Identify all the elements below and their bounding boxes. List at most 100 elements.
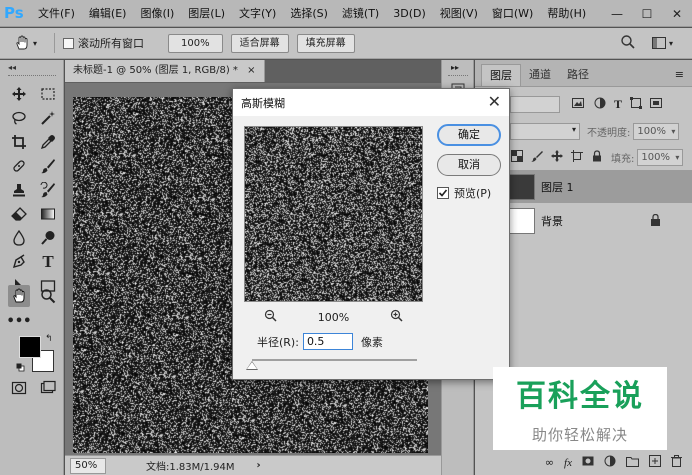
document-tab-close[interactable]: × <box>247 65 255 76</box>
filter-pixel-icon[interactable] <box>572 97 584 112</box>
document-tab[interactable]: 未标题-1 @ 50% (图层 1, RGB/8) * × <box>65 60 265 82</box>
zoom-100-button[interactable]: 100% <box>168 33 223 53</box>
zoom-in-icon[interactable] <box>390 309 403 325</box>
menu-select[interactable]: 选择(S) <box>283 5 335 21</box>
clone-stamp-tool-icon[interactable] <box>8 179 30 201</box>
foreground-color-swatch[interactable] <box>19 336 41 358</box>
fill-value: 100% <box>641 151 670 163</box>
zoom-tool-icon[interactable] <box>37 285 59 307</box>
new-layer-icon[interactable] <box>649 455 661 470</box>
lock-position-icon[interactable] <box>551 149 563 165</box>
menu-edit[interactable]: 编辑(E) <box>82 5 134 21</box>
preview-checkbox[interactable] <box>437 187 449 199</box>
pen-tool-icon[interactable] <box>8 251 30 273</box>
status-arrow[interactable]: › <box>257 460 261 471</box>
panel-menu-icon[interactable]: ≡ <box>675 68 684 81</box>
link-layers-icon[interactable]: ∞ <box>545 456 554 469</box>
filter-smart-object-icon[interactable] <box>650 97 663 112</box>
filter-type-icon[interactable]: T <box>614 97 622 112</box>
radius-row: 半径(R): 像素 <box>257 333 383 350</box>
zoom-out-icon[interactable] <box>264 309 277 325</box>
cancel-button[interactable]: 取消 <box>437 154 501 176</box>
fit-screen-button[interactable]: 适合屏幕 <box>230 33 289 53</box>
radius-input[interactable] <box>302 333 353 350</box>
brush-tool-icon[interactable] <box>37 155 59 177</box>
layer-thumbnail <box>507 207 535 234</box>
tab-layers[interactable]: 图层 <box>481 64 521 86</box>
lock-artboard-icon[interactable] <box>571 149 583 165</box>
close-window-button[interactable]: ✕ <box>662 0 692 27</box>
delete-layer-icon[interactable] <box>671 455 682 470</box>
menu-view[interactable]: 视图(V) <box>433 5 485 21</box>
preview-label: 预览(P) <box>454 187 492 200</box>
menu-filter[interactable]: 滤镜(T) <box>335 5 386 21</box>
eraser-tool-icon[interactable] <box>8 203 30 225</box>
menu-file[interactable]: 文件(F) <box>31 5 82 21</box>
photoshop-logo: Ps <box>4 4 24 22</box>
eyedropper-tool-icon[interactable] <box>37 131 59 153</box>
preview-checkbox-row[interactable]: 预览(P) <box>437 185 491 201</box>
history-brush-tool-icon[interactable] <box>37 179 59 201</box>
move-tool-icon[interactable] <box>8 83 30 105</box>
dock-collapse-icon[interactable]: ▸▸ <box>451 63 459 72</box>
quick-mask-icon[interactable] <box>8 377 30 399</box>
tab-paths[interactable]: 路径 <box>559 64 597 86</box>
filter-adjustment-icon[interactable] <box>594 97 606 112</box>
menu-window[interactable]: 窗口(W) <box>485 5 540 21</box>
dialog-close-button[interactable]: ✕ <box>488 92 501 111</box>
search-icon[interactable] <box>620 34 638 52</box>
radius-slider-track[interactable] <box>252 359 417 361</box>
dodge-tool-icon[interactable] <box>37 227 59 249</box>
tab-channels[interactable]: 通道 <box>521 64 559 86</box>
dialog-title-bar[interactable]: 高斯模糊 ✕ <box>233 89 509 116</box>
add-mask-icon[interactable] <box>582 455 594 470</box>
blur-tool-icon[interactable] <box>8 227 30 249</box>
crop-tool-icon[interactable] <box>8 131 30 153</box>
menu-3d[interactable]: 3D(D) <box>386 7 433 20</box>
radius-slider-thumb[interactable] <box>247 362 257 369</box>
scroll-all-windows-checkbox[interactable] <box>63 37 74 49</box>
layer-style-icon[interactable]: fx <box>564 457 572 469</box>
menu-bar: Ps 文件(F) 编辑(E) 图像(I) 图层(L) 文字(Y) 选择(S) 滤… <box>0 0 692 27</box>
hand-tool-preset-icon[interactable]: ▾ <box>14 31 54 55</box>
menu-type[interactable]: 文字(Y) <box>232 5 283 21</box>
fill-field[interactable]: 100% ▾ <box>637 148 684 166</box>
lock-pixels-icon[interactable] <box>511 149 523 165</box>
more-tools-icon[interactable]: ••• <box>7 310 32 332</box>
lock-all-icon[interactable] <box>591 149 603 165</box>
menu-help[interactable]: 帮助(H) <box>540 5 593 21</box>
layer-lock-icon[interactable] <box>650 213 661 229</box>
type-tool-icon[interactable]: T <box>37 251 59 273</box>
blend-mode-dropdown[interactable]: ▾ <box>510 122 580 140</box>
scroll-all-windows-label: 滚动所有窗口 <box>78 37 144 50</box>
toolbox-collapse-icon[interactable]: ◂◂ <box>8 63 16 72</box>
marquee-tool-icon[interactable] <box>37 83 59 105</box>
default-colors-icon[interactable] <box>16 362 25 372</box>
swap-colors-icon[interactable]: ↰ <box>45 334 53 344</box>
status-zoom-field[interactable]: 50% <box>70 457 106 474</box>
new-group-icon[interactable] <box>626 456 639 470</box>
window-controls: — ☐ ✕ <box>602 0 692 27</box>
filter-preview-box[interactable] <box>244 126 423 302</box>
layer-thumbnail <box>507 173 535 200</box>
lasso-tool-icon[interactable] <box>8 107 30 129</box>
screen-mode-icon[interactable] <box>37 377 59 399</box>
gradient-tool-icon[interactable] <box>37 203 59 225</box>
menu-layer[interactable]: 图层(L) <box>181 5 232 21</box>
magic-wand-tool-icon[interactable] <box>37 107 59 129</box>
fill-screen-button[interactable]: 填充屏幕 <box>296 33 355 53</box>
ok-button[interactable]: 确定 <box>437 124 501 146</box>
layer-filter-dropdown[interactable] <box>510 95 560 113</box>
filter-shape-icon[interactable] <box>630 96 643 112</box>
preview-zoom-row: 100% <box>244 308 423 326</box>
minimize-button[interactable]: — <box>602 0 632 27</box>
adjustment-layer-icon[interactable] <box>604 455 616 470</box>
opacity-field[interactable]: 100% ▾ <box>633 122 680 140</box>
filter-preview-canvas[interactable] <box>245 127 422 301</box>
hand-tool-icon[interactable] <box>8 285 30 307</box>
maximize-button[interactable]: ☐ <box>632 0 662 27</box>
menu-image[interactable]: 图像(I) <box>133 5 181 21</box>
healing-brush-tool-icon[interactable] <box>8 155 30 177</box>
lock-brush-icon[interactable] <box>531 150 543 165</box>
workspace-icon[interactable]: ▾ <box>652 35 682 51</box>
